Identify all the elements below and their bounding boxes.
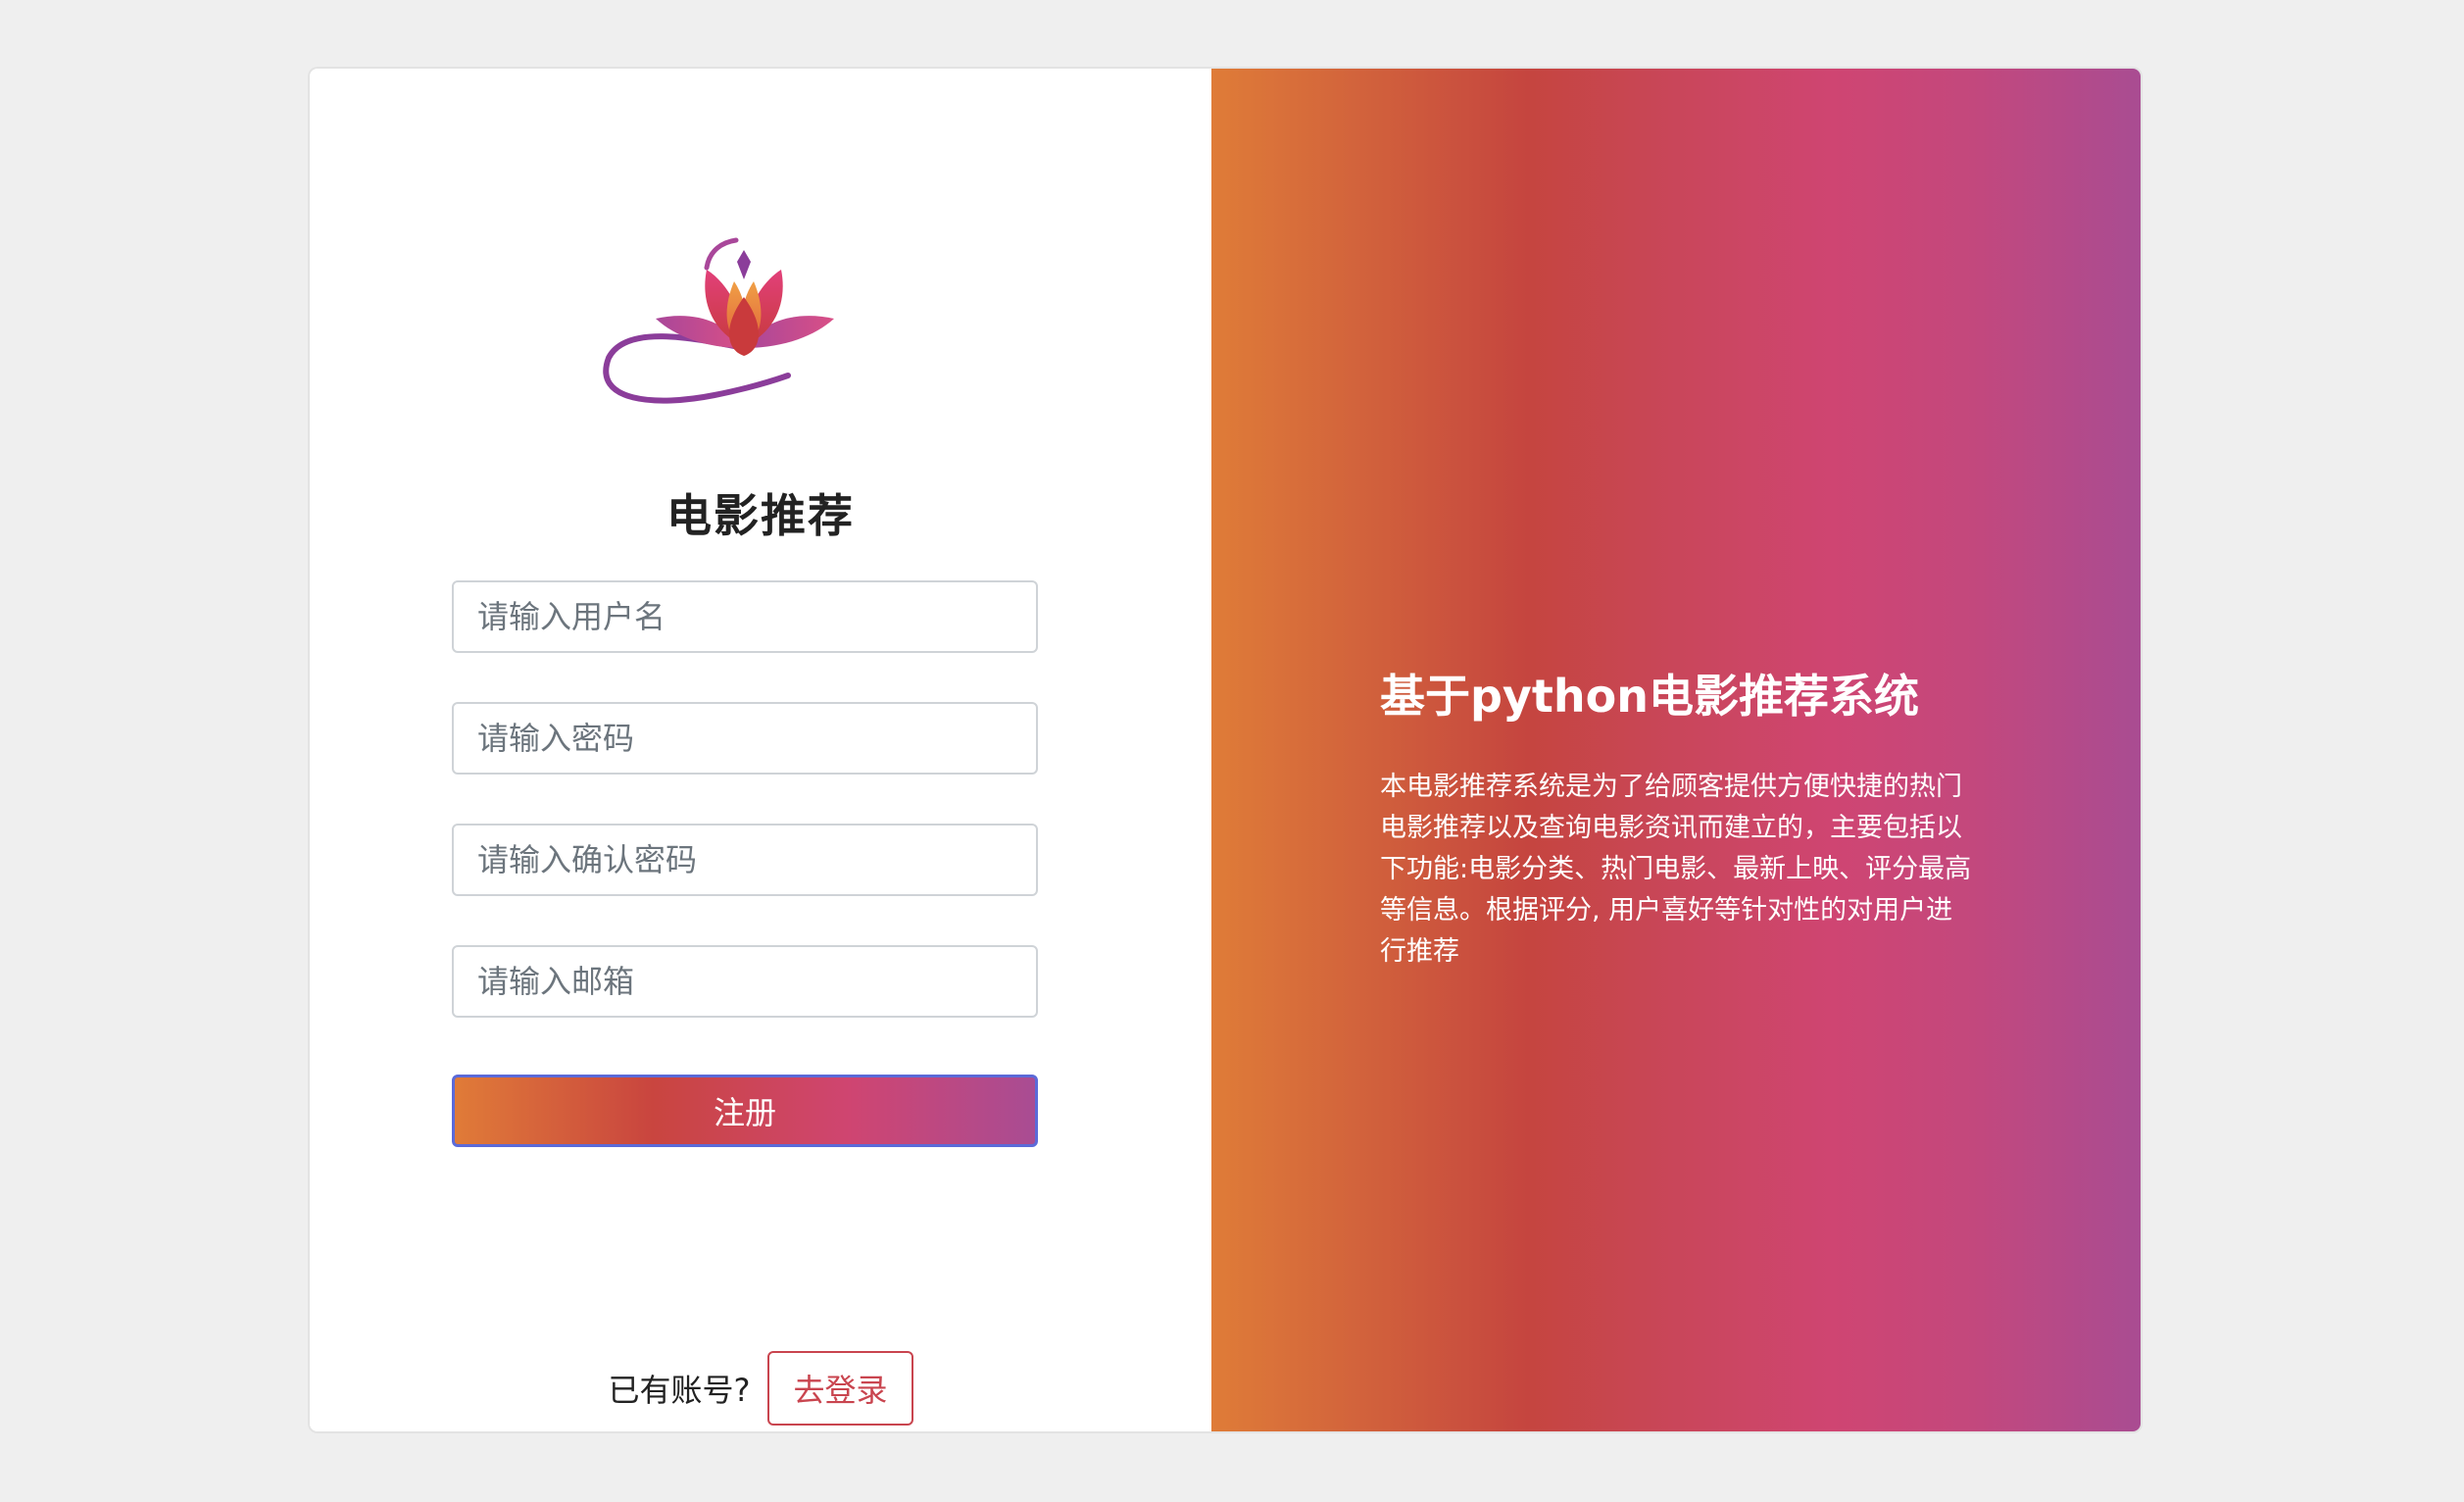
go-login-button[interactable]: 去登录 (767, 1351, 913, 1426)
username-input[interactable] (452, 580, 1038, 653)
register-panel: 电影推荐 注册 已有账号? 去登录 (310, 69, 1211, 1431)
register-card: 电影推荐 注册 已有账号? 去登录 基于python电影推荐系统 本电影推荐系统… (310, 69, 2141, 1431)
info-panel: 基于python电影推荐系统 本电影推荐系统是为了给顾客提供方便快捷的热门电影推… (1211, 69, 2141, 1431)
have-account-text: 已有账号? (608, 1372, 751, 1409)
info-description: 本电影推荐系统是为了给顾客提供方便快捷的热门电影推荐以及查询电影资讯而建立的，主… (1380, 772, 1972, 967)
brand-title: 电影推荐 (666, 489, 855, 542)
confirm-password-input[interactable] (452, 824, 1038, 896)
lotus-logo-icon (597, 221, 891, 446)
email-input[interactable] (452, 945, 1038, 1018)
login-prompt-row: 已有账号? 去登录 (310, 1351, 1211, 1426)
info-title: 基于python电影推荐系统 (1380, 670, 1920, 723)
register-button[interactable]: 注册 (452, 1075, 1038, 1147)
password-input[interactable] (452, 702, 1038, 775)
